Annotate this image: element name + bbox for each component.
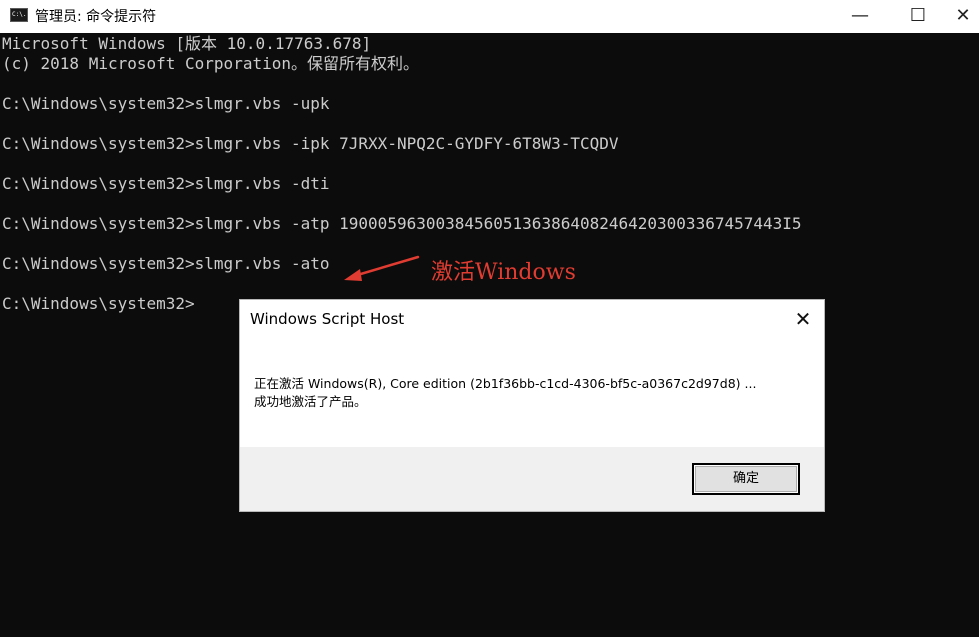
ok-button[interactable]: 确定 [692, 463, 800, 495]
annotation-arrow-icon [344, 255, 420, 281]
dialog-footer: 确定 [240, 447, 824, 511]
terminal-line-upk: C:\Windows\system32>slmgr.vbs -upk [2, 94, 330, 113]
terminal-line-version: Microsoft Windows [版本 10.0.17763.678] [2, 34, 372, 53]
dialog-title: Windows Script Host [250, 310, 405, 328]
terminal-line-ipk: C:\Windows\system32>slmgr.vbs -ipk 7JRXX… [2, 134, 619, 153]
window-title: 管理员: 命令提示符 [35, 9, 157, 25]
terminal-line-dti: C:\Windows\system32>slmgr.vbs -dti [2, 174, 330, 193]
cmd-app-icon: C:\. [10, 8, 28, 22]
terminal-prompt: C:\Windows\system32> [2, 294, 195, 313]
terminal-line-ato: C:\Windows\system32>slmgr.vbs -ato [2, 254, 330, 273]
title-bar: C:\. 管理员: 命令提示符 — ☐ ✕ [0, 0, 979, 33]
dialog-message-line-2: 成功地激活了产品。 [254, 394, 367, 409]
maximize-button[interactable]: ☐ [889, 0, 947, 33]
annotation-label: 激活Windows [431, 260, 576, 285]
terminal-line-copyright: (c) 2018 Microsoft Corporation。保留所有权利。 [2, 54, 419, 73]
dialog-close-icon[interactable]: ✕ [790, 306, 816, 332]
dialog-message-line-1: 正在激活 Windows(R), Core edition (2b1f36bb-… [254, 376, 757, 391]
minimize-button[interactable]: — [831, 0, 889, 33]
terminal-line-atp: C:\Windows\system32>slmgr.vbs -atp 19000… [2, 214, 802, 233]
dialog-message: 正在激活 Windows(R), Core edition (2b1f36bb-… [254, 375, 756, 411]
close-window-button[interactable]: ✕ [947, 0, 979, 33]
script-host-dialog: Windows Script Host ✕ 正在激活 Windows(R), C… [239, 299, 825, 512]
